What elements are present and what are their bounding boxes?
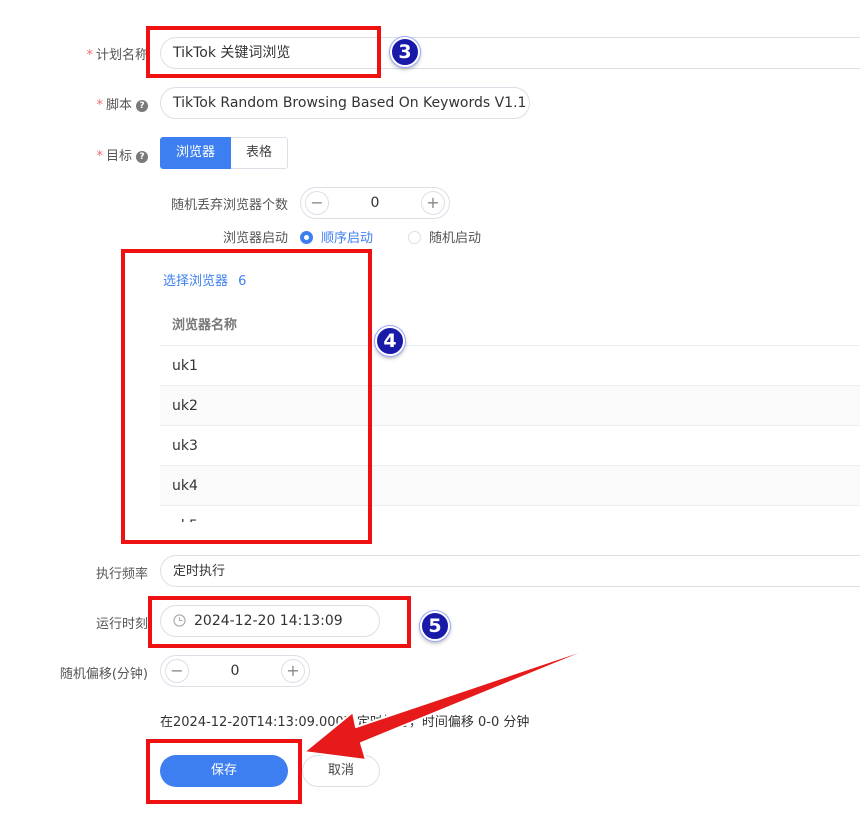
increment-button[interactable]: + [421, 191, 445, 215]
browser-table-header: 浏览器名称 [160, 306, 860, 346]
random-offset-label: 随机偏移(分钟) [59, 667, 148, 682]
target-option-browser[interactable]: 浏览器 [160, 137, 232, 169]
script-label: * 脚本? [60, 94, 148, 113]
target-toggle: 浏览器 表格 [160, 137, 289, 169]
help-icon[interactable]: ? [136, 100, 148, 112]
step-marker-5: 5 [420, 611, 450, 641]
table-row[interactable]: uk4 [160, 466, 860, 506]
plan-name-label: * 计划名称 [86, 48, 148, 63]
browser-table-body[interactable]: uk1 uk2 uk3 uk4 uk5 [160, 346, 860, 522]
target-label: * 目标? [60, 145, 148, 164]
radio-random[interactable]: 随机启动 [408, 227, 481, 246]
decrement-button[interactable]: − [165, 659, 189, 683]
target-option-table[interactable]: 表格 [231, 137, 289, 169]
step-marker-4: 4 [375, 326, 405, 356]
help-icon[interactable]: ? [136, 151, 148, 163]
random-discard-stepper[interactable]: 0 − + [300, 187, 450, 219]
table-row[interactable]: uk5 [160, 506, 860, 522]
cancel-button[interactable]: 取消 [302, 755, 380, 787]
radio-checked-icon [300, 231, 313, 244]
save-button[interactable]: 保存 [160, 755, 288, 787]
select-browsers-link[interactable]: 选择浏览器 6 [163, 270, 246, 289]
browser-launch-label: 浏览器启动 [222, 231, 288, 246]
frequency-select[interactable]: 定时执行 [160, 555, 860, 587]
run-time-picker[interactable]: 2024-12-20 14:13:09 [160, 605, 380, 637]
radio-sequential[interactable]: 顺序启动 [300, 227, 373, 246]
random-offset-stepper[interactable]: 0 − + [160, 655, 310, 687]
clock-icon [173, 614, 186, 627]
radio-unchecked-icon [408, 231, 421, 244]
frequency-label: 执行频率 [95, 567, 148, 582]
table-row[interactable]: uk3 [160, 426, 860, 466]
increment-button[interactable]: + [281, 659, 305, 683]
schedule-summary: 在2024-12-20T14:13:09.000Z 定时执行，时间偏移 0-0 … [160, 715, 530, 730]
random-discard-label: 随机丢弃浏览器个数 [170, 198, 288, 213]
run-time-label: 运行时刻 [95, 617, 148, 632]
decrement-button[interactable]: − [305, 191, 329, 215]
step-marker-3: 3 [390, 37, 420, 67]
plan-name-input[interactable]: TikTok 关键词浏览 [160, 37, 860, 69]
table-row[interactable]: uk2 [160, 386, 860, 426]
table-row[interactable]: uk1 [160, 346, 860, 386]
script-select[interactable]: TikTok Random Browsing Based On Keywords… [160, 87, 530, 119]
